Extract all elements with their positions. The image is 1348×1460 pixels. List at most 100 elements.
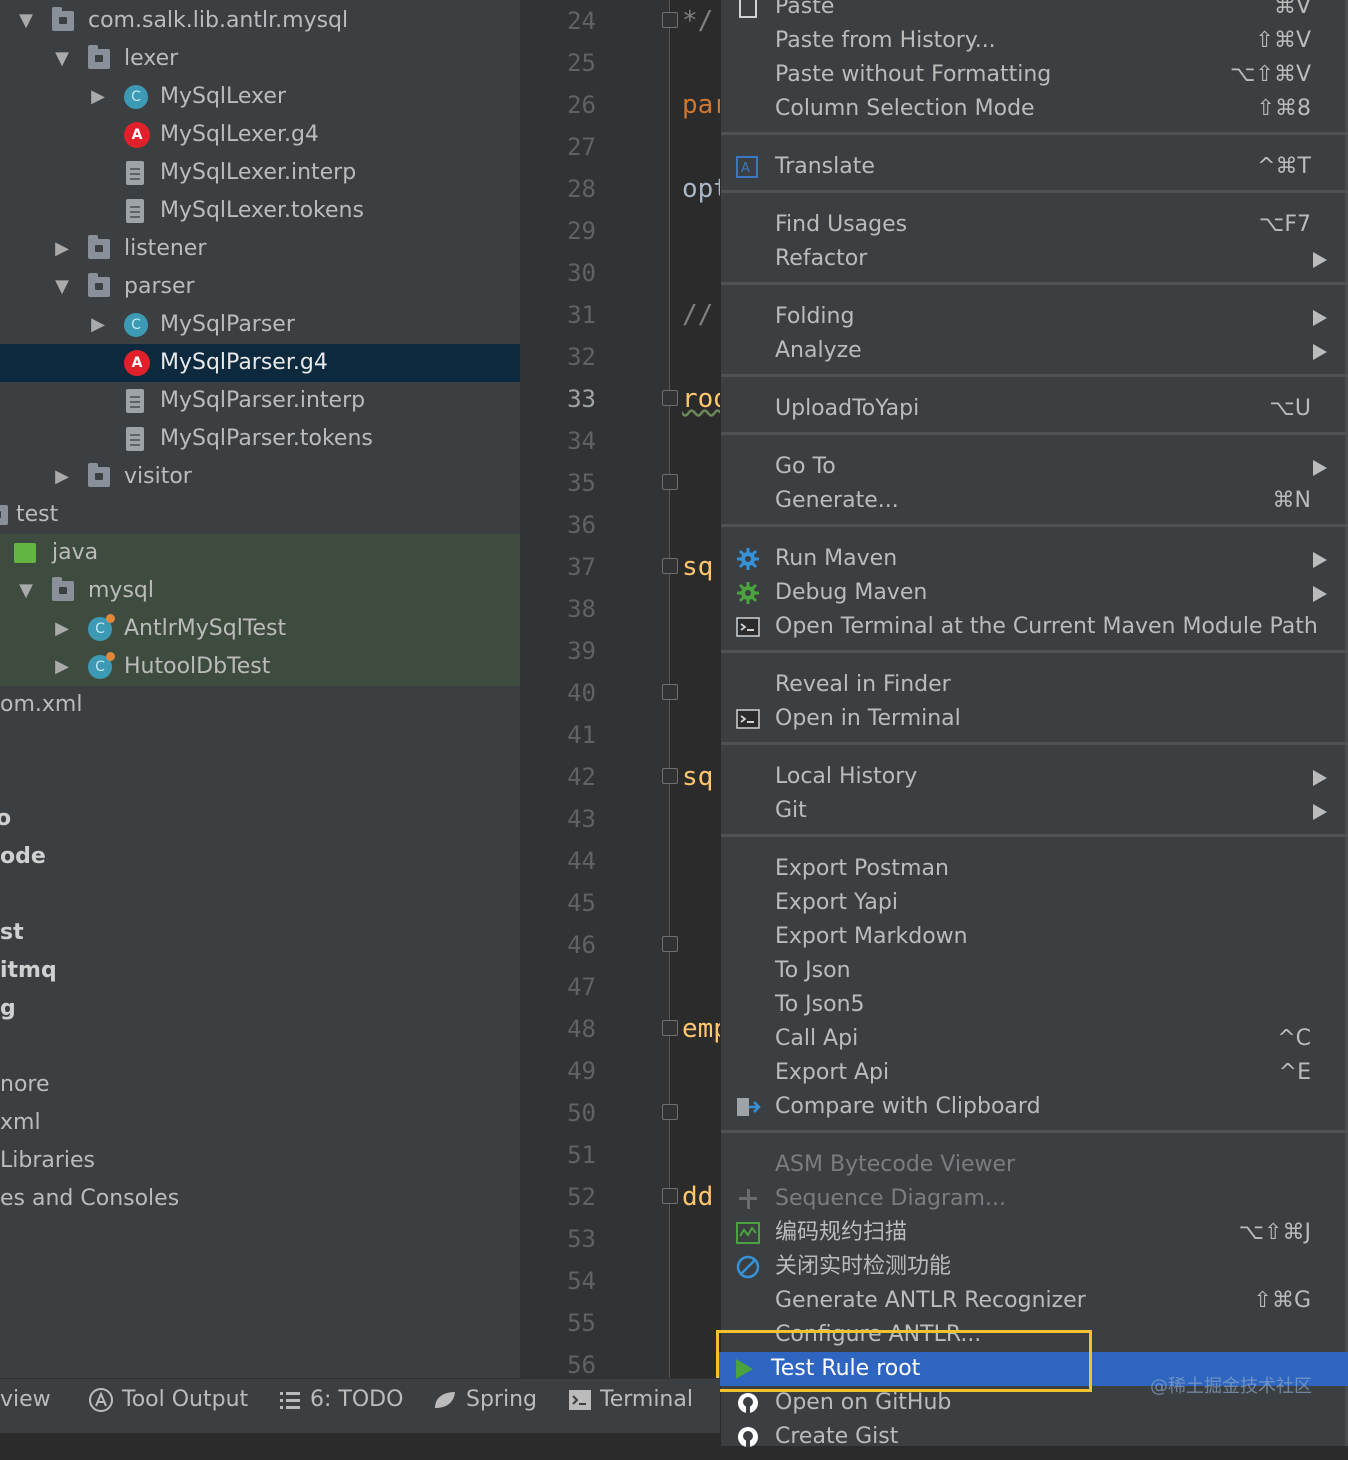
line-number: 29	[567, 217, 596, 245]
expand-arrow-icon[interactable]: ▼	[16, 2, 36, 40]
menu-item[interactable]: 关闭实时检测功能	[721, 1250, 1348, 1284]
menu-item[interactable]: Paste from History... ⇧⌘V	[721, 24, 1348, 58]
menu-item[interactable]: Go To	[721, 450, 1348, 484]
tree-item[interactable]: ▶ C MySqlLexer	[0, 78, 520, 116]
menu-item[interactable]: Paste ⌘V	[721, 0, 1348, 24]
menu-item[interactable]: To Json5	[721, 988, 1348, 1022]
fold-marker-icon[interactable]	[662, 768, 678, 784]
menu-item[interactable]: Paste without Formatting ⌥⇧⌘V	[721, 58, 1348, 92]
line-number: 51	[567, 1141, 596, 1169]
fold-marker-icon[interactable]	[662, 1104, 678, 1120]
tree-item[interactable]: ▶ visitor	[0, 458, 520, 496]
fold-marker-icon[interactable]	[662, 1188, 678, 1204]
tree-item[interactable]: A MySqlParser.g4	[0, 344, 520, 382]
tree-item[interactable]: g	[0, 990, 520, 1028]
collapse-arrow-icon[interactable]: ▶	[52, 610, 72, 648]
fold-marker-icon[interactable]	[662, 390, 678, 406]
tree-item[interactable]: o	[0, 800, 520, 838]
tool-window-view[interactable]: view	[0, 1379, 51, 1433]
tree-item[interactable]: ▶ C AntlrMySqlTest	[0, 610, 520, 648]
tree-item[interactable]: ▶ listener	[0, 230, 520, 268]
expand-arrow-icon[interactable]: ▼	[52, 40, 72, 78]
menu-item[interactable]: Export Api ^E	[721, 1056, 1348, 1090]
collapse-arrow-icon[interactable]: ▶	[88, 78, 108, 116]
tree-item[interactable]: test	[0, 496, 520, 534]
tree-item[interactable]: ▼ com.salk.lib.antlr.mysql	[0, 2, 520, 40]
collapse-arrow-icon[interactable]: ▶	[52, 648, 72, 686]
expand-arrow-icon[interactable]: ▼	[52, 268, 72, 306]
collapse-arrow-icon[interactable]: ▶	[52, 230, 72, 268]
menu-item[interactable]: Export Markdown	[721, 920, 1348, 954]
tree-item[interactable]: ▶ C MySqlParser	[0, 306, 520, 344]
menu-item[interactable]: Call Api ^C	[721, 1022, 1348, 1056]
line-number: 47	[567, 973, 596, 1001]
menu-item[interactable]: Generate ANTLR Recognizer ⇧⌘G	[721, 1284, 1348, 1318]
menu-item[interactable]: Refactor	[721, 242, 1348, 276]
tree-item[interactable]: ▶ C HutoolDbTest	[0, 648, 520, 686]
fold-marker-icon[interactable]	[662, 558, 678, 574]
expand-arrow-icon[interactable]: ▼	[16, 572, 36, 610]
menu-item[interactable]: Export Postman	[721, 852, 1348, 886]
menu-item[interactable]: Generate... ⌘N	[721, 484, 1348, 518]
collapse-arrow-icon[interactable]: ▶	[88, 306, 108, 344]
tree-item[interactable]: Libraries	[0, 1142, 520, 1180]
tree-item[interactable]: java	[0, 534, 520, 572]
fold-marker-icon[interactable]	[662, 684, 678, 700]
menu-item[interactable]: A Translate ^⌘T	[721, 150, 1348, 184]
menu-item-label: Export Markdown	[775, 924, 968, 949]
fold-marker-icon[interactable]	[662, 474, 678, 490]
tree-item[interactable]: MySqlLexer.tokens	[0, 192, 520, 230]
tree-item[interactable]: es and Consoles	[0, 1180, 520, 1218]
menu-item[interactable]: Analyze	[721, 334, 1348, 368]
line-number: 42	[567, 763, 596, 791]
collapse-arrow-icon[interactable]: ▶	[52, 458, 72, 496]
menu-item[interactable]: Local History	[721, 760, 1348, 794]
menu-item[interactable]: Find Usages ⌥F7	[721, 208, 1348, 242]
tree-item[interactable]: xml	[0, 1104, 520, 1142]
fold-marker-icon[interactable]	[662, 1020, 678, 1036]
tree-item[interactable]: om.xml	[0, 686, 520, 724]
line-number: 54	[567, 1267, 596, 1295]
menu-item[interactable]: Column Selection Mode ⇧⌘8	[721, 92, 1348, 126]
menu-item-label: Debug Maven	[775, 580, 928, 605]
tool-output-tab[interactable]: Tool Output	[88, 1379, 248, 1433]
menu-item-label: Export Api	[775, 1060, 890, 1085]
menu-item[interactable]: Git	[721, 794, 1348, 828]
tree-item[interactable]: ▼ lexer	[0, 40, 520, 78]
menu-item[interactable]: Open Terminal at the Current Maven Modul…	[721, 610, 1348, 644]
menu-item[interactable]: To Json	[721, 954, 1348, 988]
line-number: 31	[567, 301, 596, 329]
tree-item[interactable]: ▼ mysql	[0, 572, 520, 610]
menu-item[interactable]: Export Yapi	[721, 886, 1348, 920]
tree-item-label: MySqlParser.g4	[160, 350, 328, 375]
spring-tab[interactable]: Spring	[432, 1379, 537, 1433]
code-fragment: //	[682, 300, 714, 330]
tree-item[interactable]: ▼ parser	[0, 268, 520, 306]
menu-item[interactable]: Compare with Clipboard	[721, 1090, 1348, 1124]
file-icon	[126, 161, 144, 185]
todo-tab[interactable]: 6: TODO	[278, 1379, 403, 1433]
tree-item[interactable]: MySqlParser.tokens	[0, 420, 520, 458]
fold-marker-icon[interactable]	[662, 936, 678, 952]
tree-item[interactable]: MySqlLexer.interp	[0, 154, 520, 192]
fold-marker-icon[interactable]	[662, 12, 678, 28]
terminal-tab[interactable]: Terminal	[568, 1379, 693, 1433]
menu-item[interactable]: UploadToYapi ⌥U	[721, 392, 1348, 426]
line-number: 53	[567, 1225, 596, 1253]
tree-item[interactable]: A MySqlLexer.g4	[0, 116, 520, 154]
menu-item[interactable]: 编码规约扫描 ⌥⇧⌘J	[721, 1216, 1348, 1250]
menu-item[interactable]: Open in Terminal	[721, 702, 1348, 736]
menu-item[interactable]: Folding	[721, 300, 1348, 334]
tree-item[interactable]: nore	[0, 1066, 520, 1104]
menu-item[interactable]: Debug Maven	[721, 576, 1348, 610]
tree-item[interactable]: itmq	[0, 952, 520, 990]
menu-item[interactable]: Reveal in Finder	[721, 668, 1348, 702]
menu-item[interactable]: ASM Bytecode Viewer	[721, 1148, 1348, 1182]
tree-item[interactable]: MySqlParser.interp	[0, 382, 520, 420]
tree-item[interactable]: ode	[0, 838, 520, 876]
test-class-icon: C	[88, 614, 115, 641]
menu-item[interactable]: Create Gist	[721, 1420, 1348, 1454]
menu-item[interactable]: Sequence Diagram...	[721, 1182, 1348, 1216]
menu-item[interactable]: Run Maven	[721, 542, 1348, 576]
tree-item[interactable]: st	[0, 914, 520, 952]
